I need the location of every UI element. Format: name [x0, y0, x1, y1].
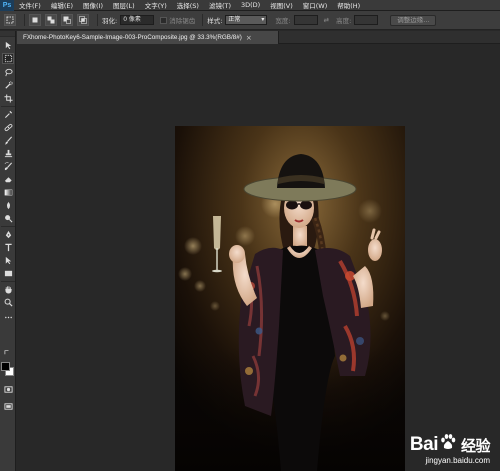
eyedropper-tool-icon[interactable] [2, 109, 14, 120]
document-tab-strip: FXhome-PhotoKey6-Sample-Image-003-ProCom… [17, 31, 500, 44]
panel-grip[interactable] [0, 31, 15, 37]
swap-icon[interactable]: ⇄ [324, 16, 329, 24]
intersect-selection-icon[interactable] [77, 14, 89, 26]
menu-help[interactable]: 帮助(H) [332, 0, 365, 10]
healing-tool-icon[interactable] [2, 122, 14, 133]
paw-icon [439, 433, 457, 457]
marquee-tool-icon[interactable] [2, 53, 14, 64]
menu-3d[interactable]: 3D(D) [236, 1, 265, 9]
foreground-color-swatch[interactable] [1, 362, 10, 371]
watermark-url: jingyan.baidu.com [425, 456, 490, 465]
style-label: 样式: [207, 17, 223, 25]
divider [1, 226, 15, 227]
path-select-tool-icon[interactable] [2, 255, 14, 266]
swap-colors-icon[interactable] [2, 349, 14, 355]
menu-select[interactable]: 选择(S) [172, 0, 204, 10]
antialias-label: 消除锯齿 [169, 17, 196, 25]
menu-view[interactable]: 视图(V) [265, 0, 298, 10]
height-label: 高度: [336, 17, 352, 25]
pen-tool-icon[interactable] [2, 229, 14, 240]
quick-select-tool-icon[interactable] [2, 80, 14, 91]
screen-mode-icon[interactable] [2, 401, 14, 412]
hand-tool-icon[interactable] [2, 284, 14, 295]
menu-edit[interactable]: 编辑(E) [46, 0, 78, 10]
shape-tool-icon[interactable] [2, 268, 14, 279]
history-brush-tool-icon[interactable] [2, 161, 14, 172]
zoom-tool-icon[interactable] [2, 297, 14, 308]
width-input[interactable] [293, 15, 318, 25]
subtract-selection-icon[interactable] [61, 14, 73, 26]
quick-mask-icon[interactable] [2, 384, 14, 395]
menu-layer[interactable]: 图层(L) [108, 0, 140, 10]
menu-filter[interactable]: 滤镜(T) [204, 0, 236, 10]
document-tab-title: FXhome-PhotoKey6-Sample-Image-003-ProCom… [23, 34, 242, 41]
style-select[interactable]: 正常 [225, 15, 268, 25]
height-input[interactable] [354, 15, 379, 25]
feather-input[interactable]: 0 像素 [120, 15, 155, 25]
move-tool-icon[interactable] [2, 40, 14, 51]
divider [1, 106, 15, 107]
baidu-jingyan-watermark: Bai 经验 jingyan.baidu.com [409, 433, 491, 465]
refine-edge-button[interactable]: 调整边缘... [390, 14, 437, 26]
document-image[interactable] [175, 126, 405, 471]
canvas-area[interactable]: Bai 经验 jingyan.baidu.com [17, 45, 500, 471]
more-tools-icon[interactable] [2, 312, 14, 323]
photoshop-logo: Ps [0, 0, 14, 11]
type-tool-icon[interactable] [2, 242, 14, 253]
menu-bar: Ps 文件(F) 编辑(E) 图像(I) 图层(L) 文字(Y) 选择(S) 滤… [0, 0, 500, 11]
menu-window[interactable]: 窗口(W) [298, 0, 333, 10]
stamp-tool-icon[interactable] [2, 148, 14, 159]
baidu-logo: Bai 经验 [409, 433, 491, 457]
close-icon[interactable]: × [246, 34, 252, 42]
brush-tool-icon[interactable] [2, 135, 14, 146]
divider [202, 14, 204, 26]
width-label: 宽度: [275, 17, 291, 25]
menu-type[interactable]: 文字(Y) [140, 0, 172, 10]
dodge-tool-icon[interactable] [2, 213, 14, 224]
new-selection-icon[interactable] [29, 14, 41, 26]
blur-tool-icon[interactable] [2, 200, 14, 211]
watermark-brand-right: 经验 [460, 437, 491, 455]
document-tab[interactable]: FXhome-PhotoKey6-Sample-Image-003-ProCom… [17, 31, 279, 44]
portrait-photo [175, 126, 405, 471]
marquee-preset-icon[interactable] [4, 14, 16, 26]
tools-panel [0, 31, 16, 471]
gradient-tool-icon[interactable] [2, 187, 14, 198]
options-bar: 羽化: 0 像素 消除锯齿 样式: 正常 宽度: ⇄ 高度: 调整边缘... [0, 11, 500, 30]
add-selection-icon[interactable] [45, 14, 57, 26]
divider [97, 14, 98, 26]
crop-tool-icon[interactable] [2, 93, 14, 104]
menu-file[interactable]: 文件(F) [14, 0, 46, 10]
lasso-tool-icon[interactable] [2, 67, 14, 78]
eraser-tool-icon[interactable] [2, 174, 14, 185]
divider [1, 281, 15, 282]
menu-image[interactable]: 图像(I) [78, 0, 108, 10]
feather-label: 羽化: [102, 17, 118, 25]
antialias-checkbox[interactable] [160, 16, 168, 24]
divider [24, 14, 25, 26]
watermark-brand-left: Bai [409, 434, 439, 455]
